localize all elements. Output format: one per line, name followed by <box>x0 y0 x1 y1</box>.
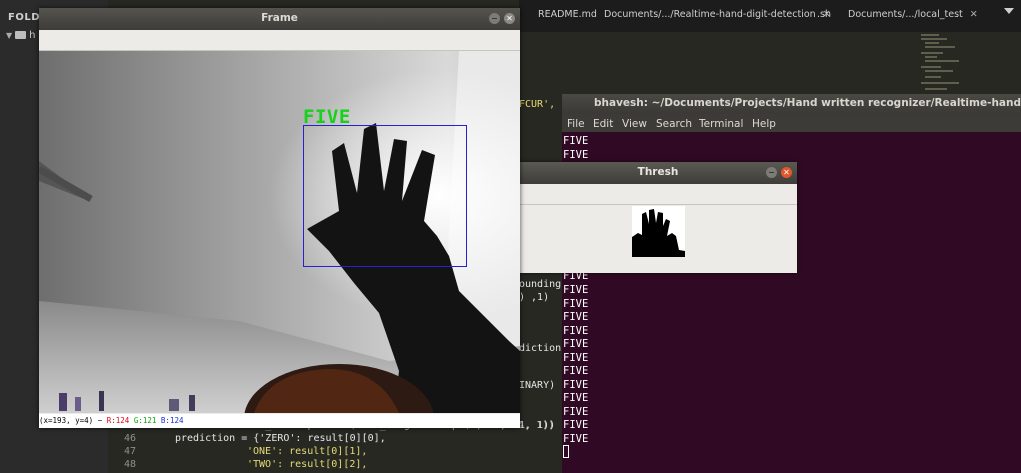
tab-label: Documents/.../Realtime-hand-digit-detect… <box>604 9 816 20</box>
close-button[interactable]: ✕ <box>504 13 515 24</box>
pixel-red-value: R:124 <box>106 416 130 425</box>
terminal-output-line: FIVE <box>563 392 589 405</box>
terminal-output-line: FIVE <box>563 365 589 378</box>
code-line-48: 'TWO': result[0][2], <box>247 459 368 470</box>
frame-titlebar[interactable]: Frame ✕ <box>39 8 520 30</box>
line-number: 47 <box>123 446 136 457</box>
prediction-label: FIVE <box>303 106 351 128</box>
tab-label: .sh <box>817 9 831 20</box>
pixel-green-value: G:121 <box>133 416 157 425</box>
cursor-coords: (x=193, y=4) ~ <box>39 416 103 425</box>
terminal-titlebar[interactable]: bhavesh: ~/Documents/Projects/Hand writt… <box>562 94 1021 114</box>
terminal-menubar: File Edit View Search Terminal Help <box>562 114 1021 132</box>
code-line-46: prediction = {'ZERO': result[0][0], <box>175 433 386 444</box>
menu-view[interactable]: View <box>622 118 647 130</box>
thresh-window[interactable]: Thresh ✕ <box>519 162 797 273</box>
minimap[interactable] <box>917 32 983 94</box>
code-fragment: FCUR', <box>519 99 556 110</box>
line-number: 46 <box>123 433 136 444</box>
thresh-toolbar <box>519 184 797 205</box>
menu-edit[interactable]: Edit <box>593 118 613 130</box>
code-fragment: INARY) <box>519 380 556 391</box>
terminal-output-line: FIVE <box>563 419 589 432</box>
pixel-blue-value: B:124 <box>160 416 184 425</box>
close-tab-icon[interactable]: ✕ <box>970 9 978 20</box>
menu-search[interactable]: Search <box>656 118 692 130</box>
tab-local-test[interactable]: Documents/.../local_test ✕ <box>848 9 978 20</box>
code-fragment: ) ,1) <box>519 292 550 303</box>
line-number: 48 <box>123 459 136 470</box>
webcam-feed[interactable]: FIVE <box>39 51 520 413</box>
threshold-hand-image <box>632 206 685 257</box>
close-button[interactable]: ✕ <box>781 167 792 178</box>
frame-status-bar: (x=193, y=4) ~ R:124 G:121 B:124 <box>39 414 520 428</box>
tab-label: Documents/.../local_test <box>848 9 963 20</box>
terminal-cursor <box>563 445 569 458</box>
menu-help[interactable]: Help <box>752 118 776 130</box>
sidebar-folder-label: h <box>29 30 36 41</box>
minimize-button[interactable] <box>766 167 777 178</box>
menu-file[interactable]: File <box>567 118 585 130</box>
expand-triangle-icon[interactable]: ▼ <box>6 31 12 40</box>
code-line-47: 'ONE': result[0][1], <box>247 446 368 457</box>
terminal-output-line: FIVE <box>563 405 589 418</box>
terminal-output-line: FIVE <box>563 324 589 337</box>
terminal-output-line: FIVE <box>563 338 589 351</box>
terminal-output-line: FIVE <box>563 148 589 161</box>
code-fragment: diction <box>519 343 562 354</box>
terminal-output-line: FIVE <box>563 378 589 391</box>
tab-label: README.md <box>538 9 597 20</box>
thresh-titlebar[interactable]: Thresh ✕ <box>519 162 797 184</box>
terminal-output-line: FIVE <box>563 135 589 147</box>
code-fragment: ounding <box>519 279 562 290</box>
thresh-window-title: Thresh <box>637 166 679 178</box>
frame-window-title: Frame <box>261 12 298 24</box>
tab-sh[interactable]: .sh <box>817 9 831 20</box>
tab-readme[interactable]: README.md <box>538 9 597 20</box>
terminal-output-line: FIVE <box>563 297 589 310</box>
folder-icon <box>15 31 27 39</box>
tab-realtime-hand-digit[interactable]: Documents/.../Realtime-hand-digit-detect… <box>604 9 831 20</box>
tab-overflow-arrow-icon[interactable] <box>1004 8 1014 14</box>
frame-toolbar <box>39 30 520 51</box>
terminal-output-line: FIVE <box>563 284 589 297</box>
frame-window[interactable]: Frame ✕ FIVE (x=193, y=4) ~ R:124 G:121 … <box>39 8 520 428</box>
terminal-window[interactable]: bhavesh: ~/Documents/Projects/Hand writt… <box>562 94 1021 473</box>
roi-bounding-box <box>303 125 467 267</box>
editor-tab-bar: README.md Documents/.../Realtime-hand-di… <box>519 0 1021 32</box>
minimize-button[interactable] <box>489 13 500 24</box>
terminal-output-line: FIVE <box>563 311 589 324</box>
sidebar-folder-row[interactable]: ▼ h <box>6 30 36 41</box>
terminal-title: bhavesh: ~/Documents/Projects/Hand writt… <box>594 97 1021 109</box>
terminal-output-line: FIVE <box>563 351 589 364</box>
menu-terminal[interactable]: Terminal <box>699 118 743 130</box>
